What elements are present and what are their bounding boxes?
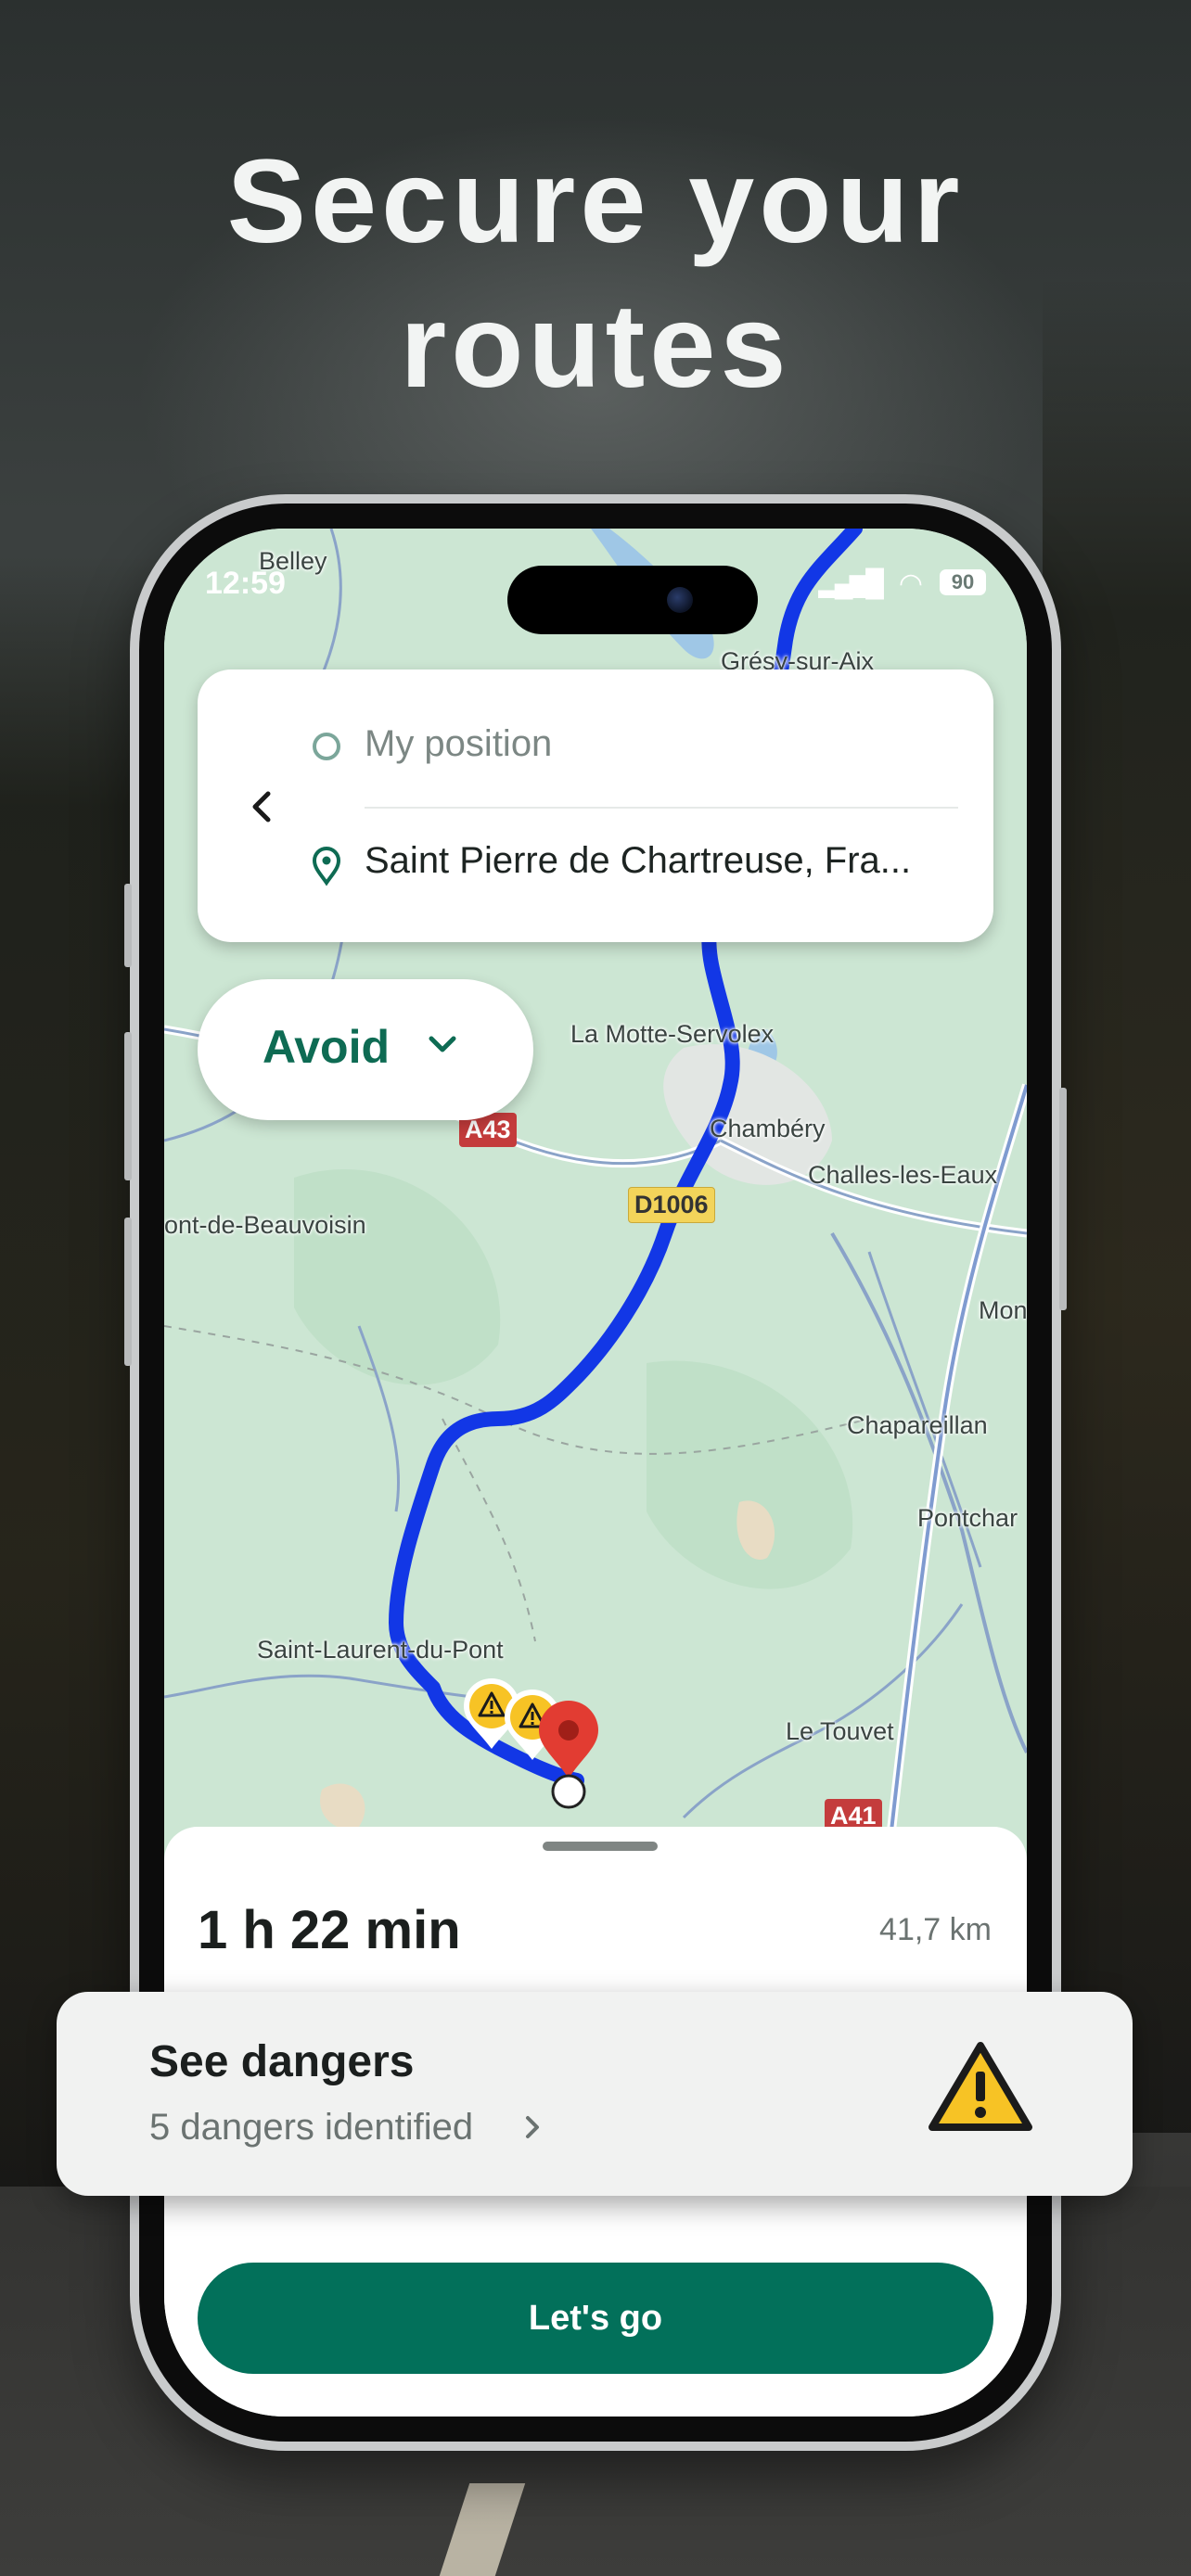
origin-field[interactable]: My position (365, 723, 552, 765)
sheet-handle[interactable] (543, 1842, 658, 1851)
volume-up-button (124, 1032, 132, 1180)
map-label-saint-laurent: Saint-Laurent-du-Pont (257, 1636, 504, 1664)
destination-pin-icon (539, 1701, 598, 1809)
headline-line-1: Secure your (226, 135, 965, 268)
wifi-icon: ◠ (898, 568, 923, 599)
page-headline: Secure your routes (0, 130, 1191, 419)
power-button (1059, 1088, 1067, 1310)
map-label-mon: Mon (979, 1296, 1027, 1324)
camera-icon (667, 587, 693, 613)
volume-down-button (124, 1218, 132, 1366)
battery-icon: 90 (940, 569, 986, 595)
map-label-challes: Challes-les-Eaux (808, 1161, 998, 1189)
route-duration: 1 h 22 min (198, 1900, 461, 1960)
chevron-left-icon (252, 791, 271, 823)
field-divider (365, 807, 958, 809)
lets-go-button[interactable]: Let's go (198, 2263, 993, 2374)
route-distance: 41,7 km (879, 1912, 992, 1947)
map-label-pontcharra: Pontchar (917, 1504, 1018, 1532)
action-button (124, 884, 132, 967)
map-label-la-motte: La Motte-Servolex (570, 1020, 775, 1048)
map-label-le-touvet: Le Touvet (786, 1717, 894, 1745)
chevron-right-icon (526, 2116, 539, 2138)
origin-circle-icon (313, 733, 340, 760)
destination-field[interactable]: Saint Pierre de Chartreuse, Fra... (365, 840, 911, 882)
status-time: 12:59 (205, 566, 286, 601)
headline-line-2: routes (400, 280, 791, 413)
dangers-subtitle: 5 dangers identified (149, 2107, 474, 2148)
dangers-title: See dangers (149, 2037, 415, 2086)
map-label-pont-de-beauvoisin: ont-de-Beauvoisin (164, 1211, 366, 1239)
location-pin-icon (312, 847, 341, 886)
route-search-card: My position Saint Pierre de Chartreuse, … (198, 670, 993, 942)
map-label-chambery: Chambéry (710, 1115, 826, 1142)
dynamic-island (507, 566, 758, 634)
avoid-label: Avoid (263, 1021, 391, 1073)
map-label-chapareillan: Chapareillan (847, 1411, 988, 1439)
chevron-down-icon (429, 1036, 456, 1052)
signal-icon: ▂▄▆█ (818, 568, 884, 597)
warning-icon (928, 2042, 1032, 2131)
avoid-dropdown-button[interactable]: Avoid (198, 979, 533, 1120)
see-dangers-card[interactable]: See dangers 5 dangers identified (57, 1992, 1133, 2196)
back-button[interactable] (248, 786, 275, 837)
road-shield-d1006: D1006 (628, 1187, 715, 1223)
